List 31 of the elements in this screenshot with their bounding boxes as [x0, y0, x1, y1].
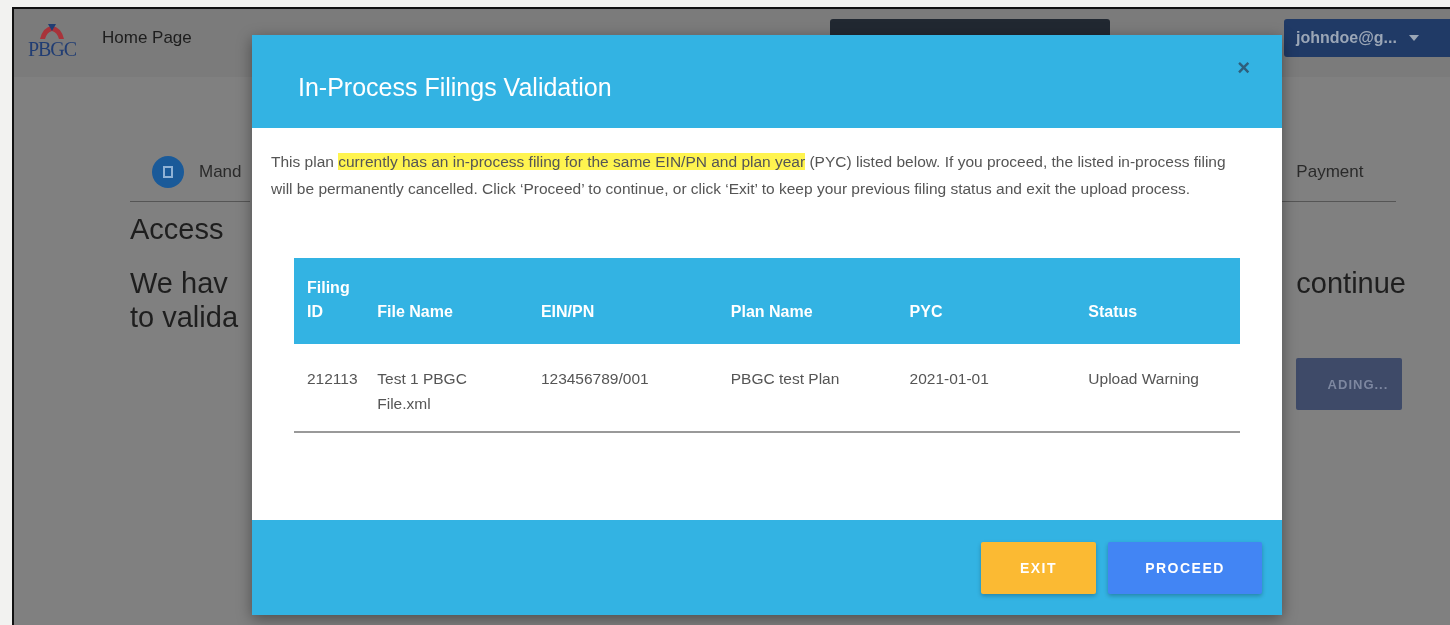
table-cell: Upload Warning [1075, 344, 1240, 432]
dialog-title: In-Process Filings Validation [298, 73, 612, 102]
table-cell: 2021-01-01 [896, 344, 1076, 432]
user-menu-button[interactable]: johndoe@g... [1284, 19, 1450, 57]
table-cell: PBGC test Plan [717, 344, 897, 432]
column-header: Status [1075, 258, 1240, 344]
proceed-button[interactable]: PROCEED [1108, 541, 1262, 594]
page-heading: Access [130, 212, 225, 246]
body-text: continue [1296, 266, 1406, 300]
upload-button[interactable]: ADING... [1296, 358, 1403, 410]
logo[interactable]: PBGC [28, 23, 76, 59]
table-cell: Test 1 PBGC File.xml [364, 344, 528, 432]
step-label: Mand [199, 162, 242, 182]
caret-icon [1408, 35, 1419, 41]
column-header: Plan Name [717, 258, 897, 344]
home-page-link[interactable]: Home Page [102, 28, 192, 48]
logo-icon [37, 23, 67, 39]
body-text: We hav [130, 266, 229, 300]
column-header: Filing ID [294, 258, 365, 344]
table-cell: 212113 [294, 344, 365, 432]
table-cell: 123456789/001 [527, 344, 718, 432]
body-text: to valida [130, 300, 239, 334]
close-button[interactable]: × [1231, 55, 1256, 81]
logo-text: PBGC [27, 39, 77, 59]
exit-button[interactable]: EXIT [981, 541, 1096, 594]
step-label: Payment [1296, 162, 1364, 182]
column-header: PYC [896, 258, 1076, 344]
warning-message: This plan currently has an in-process filing for the same EIN/PN and plan year (PYC) listed below. If you proceed, the listed in-process filing will be permanently cancelled. Click ‘Proceed’ to continue, or click ‘Exit’ to keep your previous filing status and exit the upload process. [271, 152, 1227, 199]
column-header: File Name [364, 258, 528, 344]
step-number-badge [152, 156, 184, 188]
column-header: EIN/PN [527, 258, 718, 344]
